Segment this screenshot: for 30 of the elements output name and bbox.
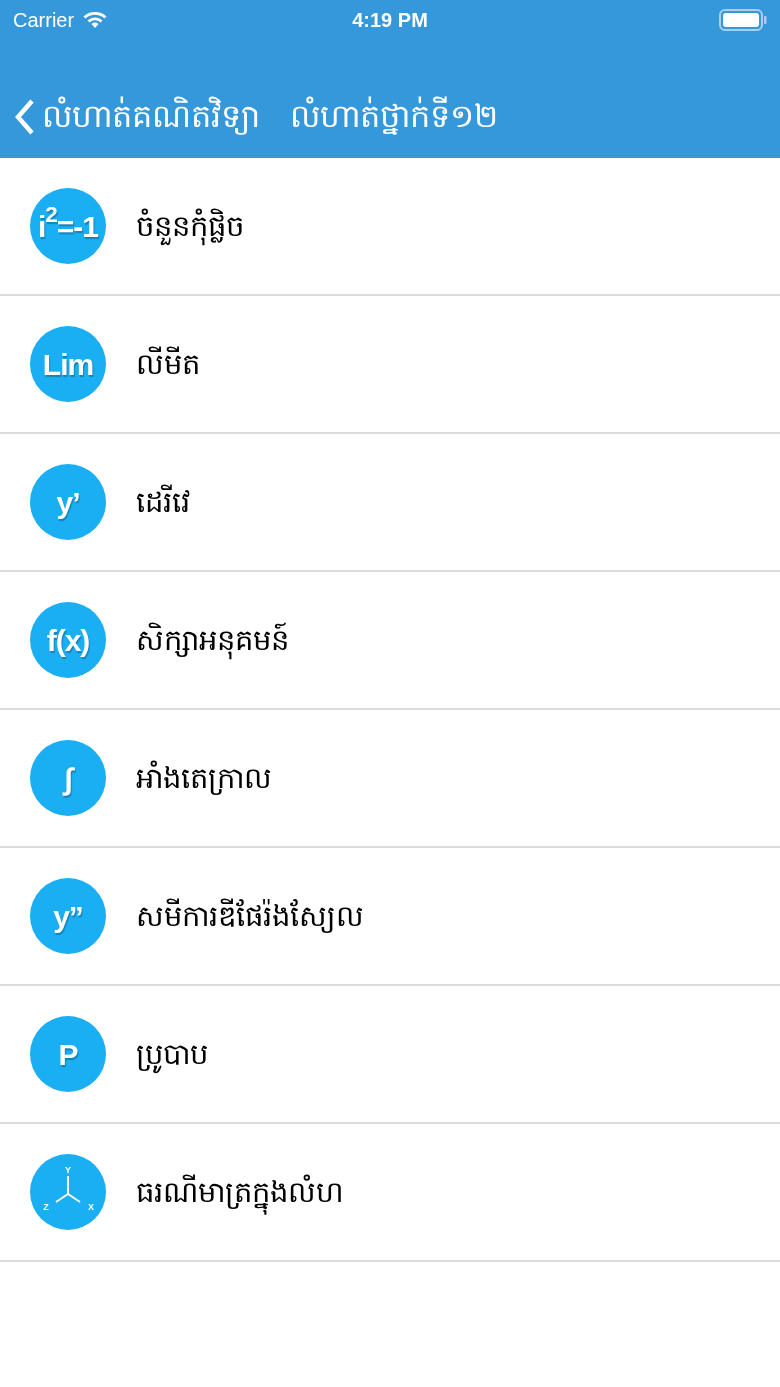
list-item[interactable]: f(x) សិក្សាអនុគមន៍ <box>0 572 780 710</box>
list-item[interactable]: y’ ដេរីវេ <box>0 434 780 572</box>
formula-icon: f(x) <box>30 602 106 678</box>
item-label: សិក្សាអនុគមន៍ <box>136 619 289 661</box>
formula-icon: i$^{2}$=-1 <box>30 188 106 264</box>
axes-icon: Y Z X <box>30 1154 106 1230</box>
list-item[interactable]: i$^{2}$=-1 ចំនួនកុំផ្លិច <box>0 158 780 296</box>
item-label: ប្រូបាប <box>136 1033 208 1075</box>
list-item[interactable]: Y Z X ធរណីមាត្រក្នុងលំហ <box>0 1124 780 1262</box>
chevron-left-icon <box>14 98 36 136</box>
battery-icon <box>719 9 767 31</box>
item-label: សមីការឌីផែរ៉ងស្យែល <box>136 897 364 935</box>
list-item[interactable]: Lim លីមីត <box>0 296 780 434</box>
carrier-label: Carrier <box>13 8 75 33</box>
clock-time: 4:19 PM <box>352 8 428 33</box>
formula-icon: Lim <box>30 326 106 402</box>
item-label: លីមីត <box>136 345 200 382</box>
item-label: អាំងតេក្រាល <box>136 759 272 797</box>
screen-title: លំហាត់ថ្នាក់ទី១២ <box>290 96 498 137</box>
item-label: ចំនួនកុំផ្លិច <box>136 205 244 247</box>
item-label: ធរណីមាត្រក្នុងលំហ <box>136 1171 344 1213</box>
formula-icon: ∫ <box>30 740 106 816</box>
list-item[interactable]: P ប្រូបាប <box>0 986 780 1124</box>
formula-icon: y” <box>30 878 106 954</box>
formula-icon: P <box>30 1016 106 1092</box>
list-item[interactable]: y” សមីការឌីផែរ៉ងស្យែល <box>0 848 780 986</box>
list-item[interactable]: ∫ អាំងតេក្រាល <box>0 710 780 848</box>
formula-icon: y’ <box>30 464 106 540</box>
wifi-icon <box>82 10 109 30</box>
item-label: ដេរីវេ <box>136 483 190 520</box>
